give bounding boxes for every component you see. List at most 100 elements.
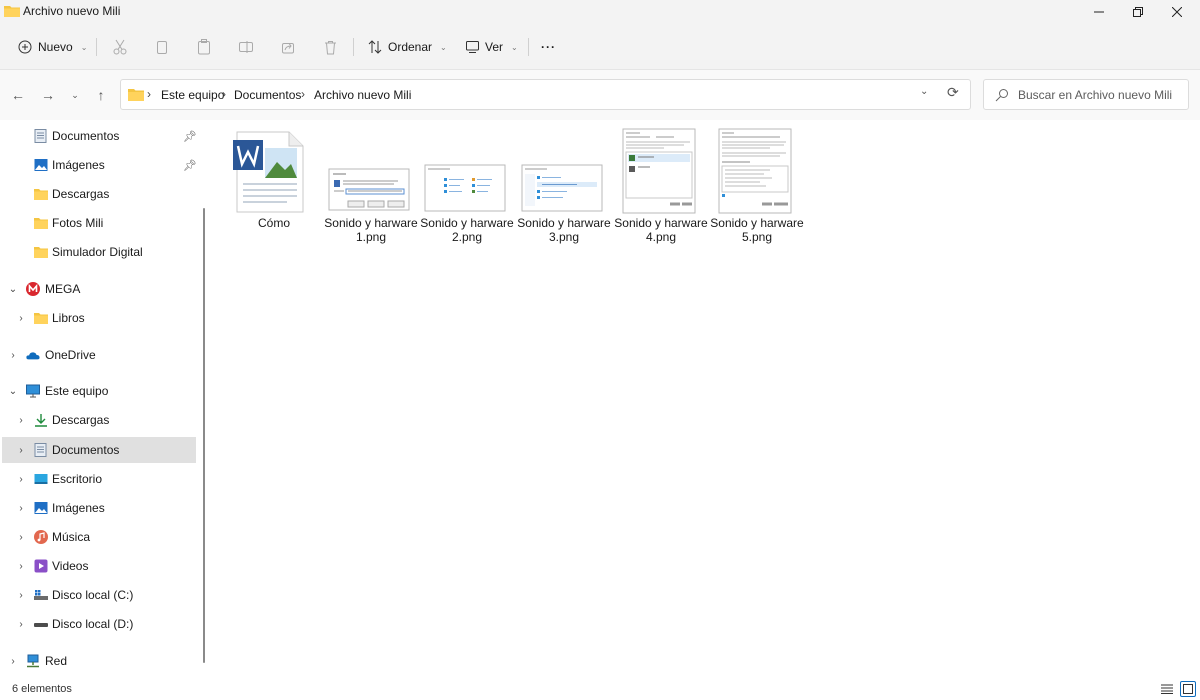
- pin-icon: 📌︎: [183, 131, 197, 143]
- chevron-right-icon[interactable]: ›: [8, 656, 18, 667]
- sidebar-item-descargas-quick[interactable]: Descargas: [2, 181, 196, 207]
- back-arrow-icon[interactable]: ←: [9, 86, 27, 104]
- sidebar-item-label: Libros: [52, 311, 85, 325]
- sidebar-item-label: Música: [52, 530, 91, 544]
- sidebar-item-imagenes-pinned[interactable]: Imágenes 📌︎: [2, 152, 197, 178]
- sort-button[interactable]: Ordenar ⌄: [368, 34, 447, 60]
- sidebar-item-label: MEGA: [45, 282, 81, 296]
- chevron-right-icon[interactable]: ›: [16, 474, 26, 485]
- view-button[interactable]: Ver ⌄: [466, 34, 518, 60]
- restore-icon: [1133, 7, 1143, 17]
- chevron-right-icon[interactable]: ›: [16, 590, 26, 601]
- sidebar-item-musica[interactable]: › Música: [2, 524, 196, 550]
- close-button[interactable]: [1157, 0, 1197, 24]
- file-name: Sonido y harware 1.png: [324, 216, 418, 244]
- new-button[interactable]: Nuevo ⌄: [18, 34, 87, 60]
- chevron-down-icon: ⌄: [440, 42, 447, 52]
- sidebar-item-label: Este equipo: [45, 384, 109, 398]
- restore-button[interactable]: [1118, 0, 1158, 24]
- image-thumbnail: [521, 164, 603, 212]
- address-bar[interactable]: › Este equipo › Documentos › Archivo nue…: [120, 79, 971, 110]
- sidebar-item-este-equipo[interactable]: ⌄ Este equipo: [2, 378, 196, 404]
- chevron-right-icon[interactable]: ›: [16, 313, 26, 324]
- address-dropdown-chevron-icon[interactable]: ⌄: [920, 86, 928, 97]
- sidebar-item-descargas[interactable]: › Descargas: [2, 407, 196, 433]
- folder-icon: [128, 89, 144, 101]
- chevron-right-icon[interactable]: ›: [16, 561, 26, 572]
- sidebar-item-libros[interactable]: › Libros: [2, 305, 196, 331]
- chevron-right-icon[interactable]: ›: [16, 445, 26, 456]
- sidebar-item-documentos[interactable]: › Documentos: [2, 437, 196, 463]
- toolbar-divider: [96, 38, 97, 56]
- sidebar-item-label: Documentos: [52, 443, 120, 457]
- sidebar-item-label: Disco local (C:): [52, 588, 134, 602]
- sidebar-item-label: Imágenes: [52, 158, 105, 172]
- breadcrumb-documentos[interactable]: Documentos: [234, 88, 301, 102]
- sidebar-item-imagenes[interactable]: › Imágenes: [2, 495, 196, 521]
- details-view-icon[interactable]: [1159, 681, 1175, 697]
- chevron-right-icon[interactable]: ›: [16, 415, 26, 426]
- sidebar-item-mega[interactable]: ⌄ MEGA: [2, 276, 196, 302]
- sidebar-item-onedrive[interactable]: › OneDrive: [2, 342, 196, 368]
- plus-circle-icon: [18, 40, 32, 54]
- paste-icon[interactable]: [193, 36, 215, 58]
- breadcrumb-archivo-nuevo-mili[interactable]: Archivo nuevo Mili: [314, 88, 411, 102]
- refresh-icon[interactable]: ⟳: [947, 84, 959, 101]
- up-arrow-icon[interactable]: ↑: [92, 86, 110, 104]
- download-icon: [35, 414, 47, 427]
- chevron-down-icon: ⌄: [80, 42, 88, 52]
- sidebar-item-disco-d[interactable]: › Disco local (D:): [2, 611, 196, 637]
- chevron-right-icon[interactable]: ›: [8, 350, 18, 361]
- chevron-right-icon[interactable]: ›: [16, 532, 26, 543]
- sidebar-item-simulador-digital[interactable]: Simulador Digital: [2, 239, 196, 265]
- breadcrumb-este-equipo[interactable]: Este equipo: [161, 88, 224, 102]
- sidebar-item-escritorio[interactable]: › Escritorio: [2, 466, 196, 492]
- file-name: Cómo: [257, 216, 290, 230]
- folder-icon: [4, 6, 20, 17]
- sidebar-item-videos[interactable]: › Videos: [2, 553, 196, 579]
- recent-locations-chevron-icon[interactable]: ⌄: [66, 86, 84, 104]
- sidebar-item-fotos-mili[interactable]: Fotos Mili: [2, 210, 196, 236]
- search-box[interactable]: Buscar en Archivo nuevo Mili: [983, 79, 1189, 110]
- sidebar-scrollbar[interactable]: [203, 208, 205, 663]
- sidebar-item-red[interactable]: › Red: [2, 648, 196, 674]
- drive-c-icon: [34, 590, 48, 600]
- chevron-right-icon[interactable]: ›: [16, 503, 26, 514]
- new-label: Nuevo: [38, 40, 73, 54]
- word-document-icon: [233, 131, 304, 213]
- item-count: 6 elementos: [12, 683, 72, 695]
- network-icon: [27, 654, 39, 668]
- large-icons-view-icon[interactable]: [1180, 681, 1196, 697]
- forward-arrow-icon[interactable]: →: [39, 86, 57, 104]
- status-bar: 6 elementos: [0, 680, 1200, 700]
- sidebar-item-label: Fotos Mili: [52, 216, 104, 230]
- pin-icon: 📌︎: [183, 160, 197, 172]
- rename-icon[interactable]: [235, 36, 257, 58]
- sidebar-item-label: Descargas: [52, 187, 110, 201]
- sidebar-item-label: OneDrive: [45, 348, 96, 362]
- drive-icon: [34, 623, 48, 627]
- minimize-button[interactable]: [1079, 0, 1119, 24]
- breadcrumb-separator-icon: ›: [301, 87, 305, 101]
- image-thumbnail: [424, 164, 506, 212]
- delete-icon[interactable]: [319, 36, 341, 58]
- sidebar-item-disco-c[interactable]: › Disco local (C:): [2, 582, 196, 608]
- mega-icon: [26, 282, 40, 296]
- share-icon[interactable]: [277, 36, 299, 58]
- copy-icon[interactable]: [151, 36, 173, 58]
- more-options-button[interactable]: ···: [541, 34, 556, 60]
- chevron-down-icon: ⌄: [511, 42, 518, 52]
- file-name: Sonido y harware 3.png: [517, 216, 611, 244]
- image-thumbnail: [622, 128, 696, 214]
- cut-icon[interactable]: [109, 36, 131, 58]
- chevron-down-icon[interactable]: ⌄: [8, 386, 18, 397]
- view-icon: [466, 41, 479, 53]
- sidebar-item-documentos-pinned[interactable]: Documentos 📌︎: [2, 123, 197, 149]
- file-name: Sonido y harware 4.png: [614, 216, 708, 244]
- chevron-down-icon[interactable]: ⌄: [8, 284, 18, 295]
- chevron-right-icon[interactable]: ›: [16, 619, 26, 630]
- music-icon: [34, 530, 48, 544]
- view-label: Ver: [485, 40, 504, 54]
- sidebar-item-label: Videos: [52, 559, 89, 573]
- breadcrumb-separator-icon: ›: [147, 87, 151, 101]
